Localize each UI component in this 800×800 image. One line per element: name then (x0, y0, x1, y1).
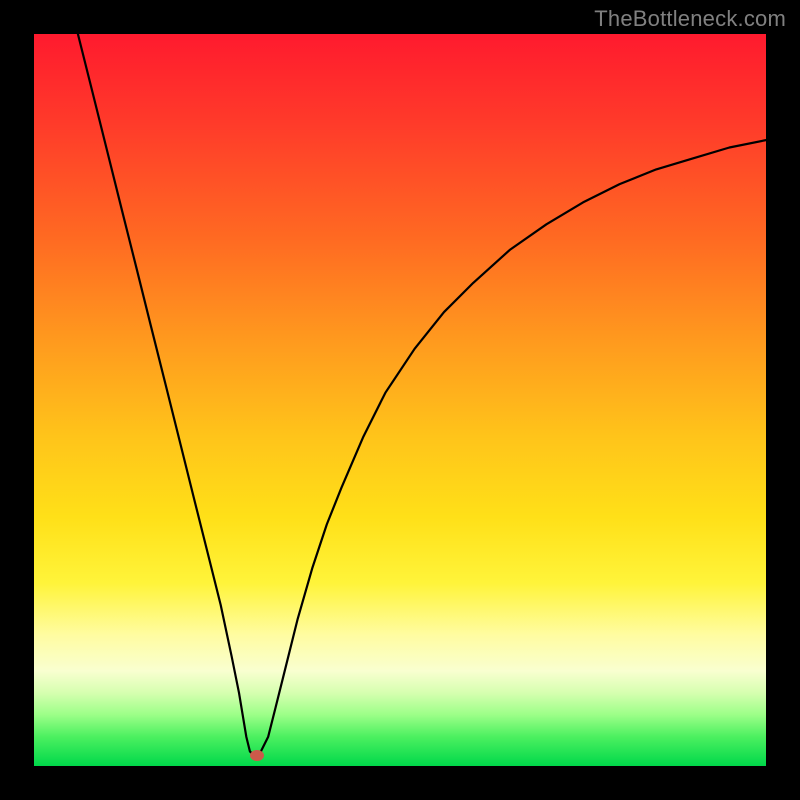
plot-area (34, 34, 766, 766)
chart-frame: TheBottleneck.com (0, 0, 800, 800)
watermark-text: TheBottleneck.com (594, 6, 786, 32)
bottleneck-curve (34, 34, 766, 766)
